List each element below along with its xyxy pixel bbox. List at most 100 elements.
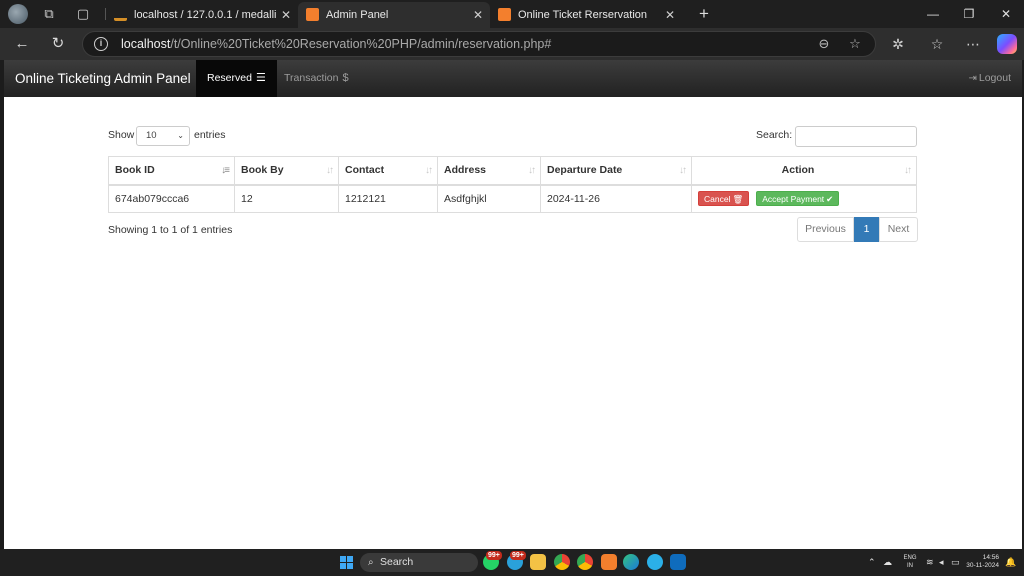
column-header-book-id[interactable]: Book ID ↓≡ [108, 156, 235, 186]
tab-actions-icon[interactable]: ▢ [74, 5, 92, 23]
favorites-icon[interactable]: ☆ [927, 34, 947, 54]
start-button[interactable] [340, 556, 353, 569]
xampp-icon [498, 8, 511, 21]
show-label: Show [108, 129, 135, 141]
nav-item-label: Transaction [284, 72, 339, 84]
windows-taskbar: ⌕ Search 99+ 99+ ⌃ ☁ ENG IN ≋ ◂ ▭ 14:56 … [0, 549, 1024, 576]
language-indicator[interactable]: ENG IN [901, 554, 919, 570]
notification-bell-icon[interactable]: 🔔 [1005, 549, 1016, 576]
page-length-value: 10 [146, 130, 157, 141]
sort-asc-icon: ↓≡ [221, 165, 230, 176]
logout-link[interactable]: ⇥ Logout [968, 60, 1011, 97]
more-menu-icon[interactable]: ⋯ [963, 34, 983, 54]
clock[interactable]: 14:56 30-11-2024 [965, 554, 999, 570]
chevron-up-icon[interactable]: ⌃ [868, 549, 876, 576]
accept-payment-button[interactable]: Accept Payment ✔ [756, 191, 840, 207]
copilot-icon[interactable] [997, 34, 1017, 54]
restore-icon[interactable]: ❐ [958, 4, 980, 24]
table-header-row: Book ID ↓≡ Book By ↓↑ Contact ↓↑ Address ↓↑ … [108, 156, 917, 186]
accept-label: Accept Payment [762, 194, 825, 205]
zoom-icon[interactable]: ⊖ [816, 36, 832, 52]
tab-phpmyadmin[interactable]: localhost / 127.0.0.1 / medallion / ✕ [106, 2, 298, 28]
favorite-star-icon[interactable]: ☆ [847, 36, 863, 52]
search-label: Search: [756, 129, 793, 141]
nav-item-label: Reserved [207, 72, 252, 84]
profile-avatar[interactable] [8, 4, 28, 24]
sort-icon: ↓↑ [679, 165, 687, 176]
file-explorer-icon[interactable] [530, 554, 546, 570]
tab-title: Admin Panel [326, 9, 389, 21]
app-icon[interactable] [647, 554, 663, 570]
onedrive-icon[interactable]: ☁ [883, 549, 892, 576]
next-page-button[interactable]: Next [879, 217, 918, 242]
tab-ticket-reservation[interactable]: Online Ticket Rerservation ✕ [490, 2, 682, 28]
taskbar-search[interactable]: ⌕ Search [360, 553, 478, 572]
extensions-icon[interactable]: ✲ [888, 34, 908, 54]
taskbar-search-label: Search [380, 556, 414, 568]
column-header-contact[interactable]: Contact ↓↑ [338, 156, 438, 186]
page-length-select[interactable]: 10 ⌄ [136, 126, 190, 146]
cell-departure-date: 2024-11-26 [540, 184, 692, 213]
navbar-brand[interactable]: Online Ticketing Admin Panel [15, 60, 191, 97]
chrome-profile-icon[interactable] [577, 554, 593, 570]
previous-page-button[interactable]: Previous [797, 217, 854, 242]
new-tab-button[interactable]: + [694, 4, 714, 24]
list-icon: ☰ [255, 72, 266, 84]
table-info: Showing 1 to 1 of 1 entries [108, 224, 233, 236]
page-viewport: Online Ticketing Admin Panel Reserved ☰ T… [4, 60, 1022, 549]
sort-icon: ↓↑ [904, 165, 912, 176]
dollar-icon: $ [342, 72, 349, 84]
notification-badge: 99+ [486, 551, 502, 560]
browser-toolbar: ← ↻ i localhost/t/Online%20Ticket%20Rese… [0, 28, 1024, 60]
windows-logo-icon [340, 556, 346, 562]
cell-contact: 1212121 [338, 184, 438, 213]
close-icon[interactable]: ✕ [665, 2, 675, 28]
column-header-departure-date[interactable]: Departure Date ↓↑ [540, 156, 692, 186]
chrome-icon[interactable] [554, 554, 570, 570]
url-text[interactable]: localhost/t/Online%20Ticket%20Reservatio… [121, 32, 551, 57]
close-icon[interactable]: ✕ [281, 2, 291, 28]
page-1-button[interactable]: 1 [854, 217, 879, 242]
admin-navbar: Online Ticketing Admin Panel Reserved ☰ T… [4, 60, 1022, 97]
close-icon[interactable]: ✕ [473, 2, 483, 28]
entries-label: entries [194, 129, 226, 141]
edge-icon[interactable] [623, 554, 639, 570]
wifi-icon[interactable]: ≋ [926, 549, 934, 576]
address-bar[interactable]: i localhost/t/Online%20Ticket%20Reservat… [82, 31, 876, 57]
sort-icon: ↓↑ [425, 165, 433, 176]
phpmyadmin-icon [114, 8, 127, 21]
tab-admin-panel[interactable]: Admin Panel ✕ [298, 2, 490, 28]
cell-address: Asdfghjkl [437, 184, 541, 213]
column-header-action[interactable]: Action ↓↑ [691, 156, 917, 186]
logout-icon: ⇥ [968, 73, 977, 84]
logout-label: Logout [978, 72, 1011, 84]
cell-actions: Cancel 🗑 Accept Payment ✔ [691, 184, 917, 213]
close-window-icon[interactable]: ✕ [995, 4, 1017, 24]
search-icon: ⌕ [368, 557, 374, 568]
column-header-book-by[interactable]: Book By ↓↑ [234, 156, 339, 186]
tab-title: Online Ticket Rerservation [518, 9, 647, 21]
volume-icon[interactable]: ◂ [939, 549, 944, 576]
cancel-label: Cancel [704, 194, 731, 205]
nav-item-transaction[interactable]: Transaction $ [273, 60, 360, 97]
sort-icon: ↓↑ [326, 165, 334, 176]
back-icon[interactable]: ← [12, 34, 32, 54]
nav-item-reserved[interactable]: Reserved ☰ [196, 60, 277, 97]
workspaces-icon[interactable]: ⧉ [40, 5, 58, 23]
search-input[interactable] [795, 126, 917, 147]
cell-book-by: 12 [234, 184, 339, 213]
reservations-table: Book ID ↓≡ Book By ↓↑ Contact ↓↑ Address ↓↑ … [108, 156, 917, 213]
minimize-icon[interactable]: — [922, 4, 944, 24]
battery-icon[interactable]: ▭ [951, 549, 960, 576]
xampp-icon [306, 8, 319, 21]
browser-tab-strip: ⧉ ▢ localhost / 127.0.0.1 / medallion / … [0, 0, 1024, 28]
cancel-button[interactable]: Cancel 🗑 [698, 191, 750, 207]
chevron-down-icon: ⌄ [177, 131, 184, 140]
refresh-icon[interactable]: ↻ [48, 34, 68, 54]
xampp-icon[interactable] [601, 554, 617, 570]
check-icon: ✔ [826, 194, 834, 205]
column-header-address[interactable]: Address ↓↑ [437, 156, 541, 186]
vscode-icon[interactable] [670, 554, 686, 570]
cell-book-id: 674ab079ccca6 [108, 184, 235, 213]
site-info-icon[interactable]: i [94, 37, 108, 51]
